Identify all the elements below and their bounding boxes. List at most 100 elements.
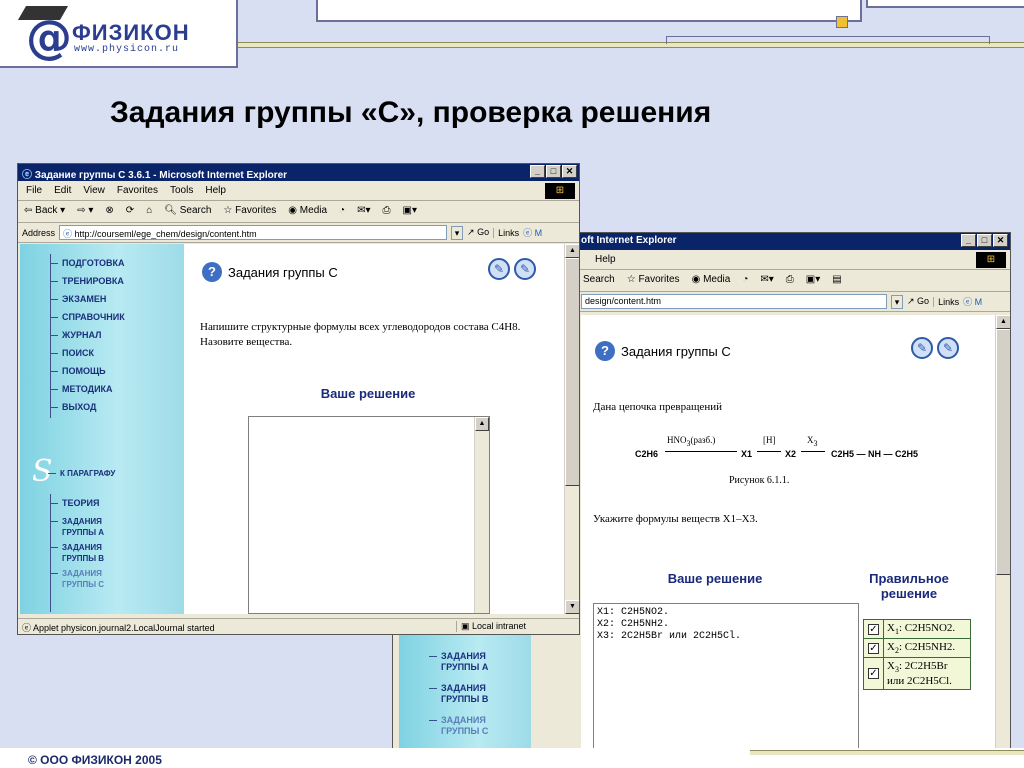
header-frame <box>316 0 862 22</box>
back-answer-textbox[interactable]: X1: C2H5NO2. X2: C2H5NH2. X3: 2C2H5Br ил… <box>593 603 859 753</box>
front-answer-textbox[interactable] <box>248 416 490 614</box>
nav-trenirovka[interactable]: ТРЕНИРОВКА <box>50 276 124 287</box>
nav-k-paragrafu[interactable]: К ПАРАГРАФУ <box>47 468 115 479</box>
front-task-heading: ? Задания группы С <box>202 262 338 282</box>
front-titlebar[interactable]: ⓔ Задание группы С 3.6.1 - Microsoft Int… <box>18 164 579 181</box>
nav-podgotovka[interactable]: ПОДГОТОВКА <box>50 258 125 269</box>
history-icon[interactable]: ◔ <box>339 205 345 218</box>
slide-title: Задания группы «С», проверка решения <box>110 96 712 129</box>
logo-url: www.physicon.ru <box>74 44 180 55</box>
links-button[interactable]: Links <box>493 227 519 238</box>
nav-ekzamen[interactable]: ЭКЗАМЕН <box>49 294 106 305</box>
maximize-button[interactable]: □ <box>546 165 561 178</box>
scroll-down-icon[interactable]: ▼ <box>565 600 579 614</box>
print-icon[interactable]: ⎙ <box>383 205 391 218</box>
back-button[interactable]: ⇦ Back ▾ <box>24 205 65 218</box>
search-button[interactable]: 🔍︎ Search <box>164 205 211 218</box>
scroll-thumb[interactable] <box>996 329 1010 575</box>
edit-icon[interactable]: ▣▾ <box>806 274 820 287</box>
forward-icon[interactable]: ⇨ ▾ <box>77 205 93 218</box>
dropdown-icon[interactable]: ▾ <box>451 225 464 240</box>
print-icon[interactable]: ⎙ <box>786 274 794 287</box>
back-window-title: oft Internet Explorer <box>581 235 677 246</box>
media-button[interactable]: ◉ Media <box>692 274 731 287</box>
discuss-icon[interactable]: ▤ <box>832 274 841 287</box>
scroll-thumb[interactable] <box>565 258 579 486</box>
tool-icon-1[interactable]: ✎ <box>488 258 510 280</box>
scroll-up-icon[interactable]: ▲ <box>565 244 579 258</box>
nav-teoriya[interactable]: ТЕОРИЯ <box>49 498 99 509</box>
history-icon[interactable]: ◔ <box>742 274 748 287</box>
scroll-up-icon[interactable]: ▲ <box>996 315 1010 329</box>
menu-edit[interactable]: Edit <box>54 185 71 196</box>
tool-icon-2[interactable]: ✎ <box>514 258 536 280</box>
correct-2-label: X <box>887 641 895 654</box>
front-browser-window[interactable]: ⓔ Задание группы С 3.6.1 - Microsoft Int… <box>17 163 580 635</box>
menu-help[interactable]: Help <box>205 185 226 196</box>
minimize-button[interactable]: _ <box>961 234 976 247</box>
menu-file[interactable]: File <box>26 185 42 196</box>
nav-poisk[interactable]: ПОИСК <box>50 348 94 359</box>
nav-metodika[interactable]: МЕТОДИКА <box>50 384 113 395</box>
go-button[interactable]: ↗ Go <box>467 227 489 238</box>
ie-icon[interactable]: ⓔ M <box>523 226 542 239</box>
menu-view[interactable]: View <box>83 185 105 196</box>
go-button[interactable]: ↗ Go <box>907 296 929 307</box>
checkbox-checked-icon[interactable]: ✓ <box>868 624 879 636</box>
stop-icon[interactable]: ⊗ <box>105 205 113 218</box>
search-button[interactable]: Search <box>583 274 615 287</box>
back-label: Back <box>35 205 58 216</box>
home-icon[interactable]: ⌂ <box>146 205 152 218</box>
refresh-icon[interactable]: ⟳ <box>126 205 134 218</box>
checkbox-checked-icon[interactable]: ✓ <box>868 668 879 680</box>
menu-tools[interactable]: Tools <box>170 185 193 196</box>
zone-text: Local intranet <box>472 621 527 631</box>
back-address-input[interactable]: design/content.htm <box>581 294 887 309</box>
help-icon[interactable]: ? <box>202 262 222 282</box>
close-button[interactable]: ✕ <box>993 234 1008 247</box>
maximize-button[interactable]: □ <box>977 234 992 247</box>
nav-group-b[interactable]: ЗАДАНИЯ ГРУППЫ В <box>50 542 122 564</box>
back-scrollbar[interactable]: ▲ <box>995 315 1010 753</box>
windows-logo-icon: ⊞ <box>976 252 1006 268</box>
textbox-scrollbar[interactable]: ▲ <box>474 417 489 613</box>
header-box <box>666 36 990 44</box>
mail-icon[interactable]: ✉▾ <box>357 205 370 218</box>
windows-logo-icon: ⊞ <box>545 183 575 199</box>
nav-group-a[interactable]: ЗАДАНИЯ ГРУППЫ А <box>50 516 122 538</box>
back-nav-group-b[interactable]: ЗАДАНИЯ ГРУППЫ В <box>429 683 505 705</box>
links-button[interactable]: Links <box>933 296 959 307</box>
media-button[interactable]: ◉ Media <box>288 205 327 218</box>
scroll-up-icon[interactable]: ▲ <box>475 417 489 431</box>
ie-icon[interactable]: ⓔ M <box>963 295 982 308</box>
header-frame-right <box>866 0 1024 8</box>
front-addressbar: Address ⓔ http://courseml/ege_chem/desig… <box>18 223 579 243</box>
nav-pomosch[interactable]: ПОМОЩЬ <box>50 366 106 377</box>
dropdown-icon[interactable]: ▾ <box>891 294 903 309</box>
help-icon[interactable]: ? <box>595 341 615 361</box>
nav-zhurnal[interactable]: ЖУРНАЛ <box>49 330 101 341</box>
front-address-input[interactable]: ⓔ http://courseml/ege_chem/design/conten… <box>59 225 448 240</box>
menu-favorites[interactable]: Favorites <box>117 185 158 196</box>
correct-1-rest: : C2H5NO2. <box>898 622 956 634</box>
tool-icon-2[interactable]: ✎ <box>937 337 959 359</box>
favorites-button[interactable]: ☆ Favorites <box>627 274 680 287</box>
menu-help[interactable]: Help <box>595 254 616 265</box>
correct-check-cell: ✓ <box>863 618 884 640</box>
footer-line <box>750 750 1024 755</box>
correct-row: ✓ X2: C2H5NH2. <box>863 638 971 659</box>
back-nav-group-c[interactable]: ЗАДАНИЯ ГРУППЫ С <box>429 715 505 737</box>
nav-spravochnik[interactable]: СПРАВОЧНИК <box>50 312 125 323</box>
nav-group-c[interactable]: ЗАДАНИЯ ГРУППЫ С <box>50 568 122 590</box>
minimize-button[interactable]: _ <box>530 165 545 178</box>
close-button[interactable]: ✕ <box>562 165 577 178</box>
scheme-x2: X2 <box>785 449 797 459</box>
edit-icon[interactable]: ▣▾ <box>403 205 417 218</box>
mail-icon[interactable]: ✉▾ <box>760 274 773 287</box>
nav-vykhod[interactable]: ВЫХОД <box>49 402 96 413</box>
favorites-button[interactable]: ☆ Favorites <box>223 205 276 218</box>
back-nav-group-a[interactable]: ЗАДАНИЯ ГРУППЫ А <box>429 651 505 673</box>
checkbox-checked-icon[interactable]: ✓ <box>868 643 879 655</box>
tool-icon-1[interactable]: ✎ <box>911 337 933 359</box>
front-scrollbar[interactable]: ▲ ▼ <box>564 244 579 614</box>
